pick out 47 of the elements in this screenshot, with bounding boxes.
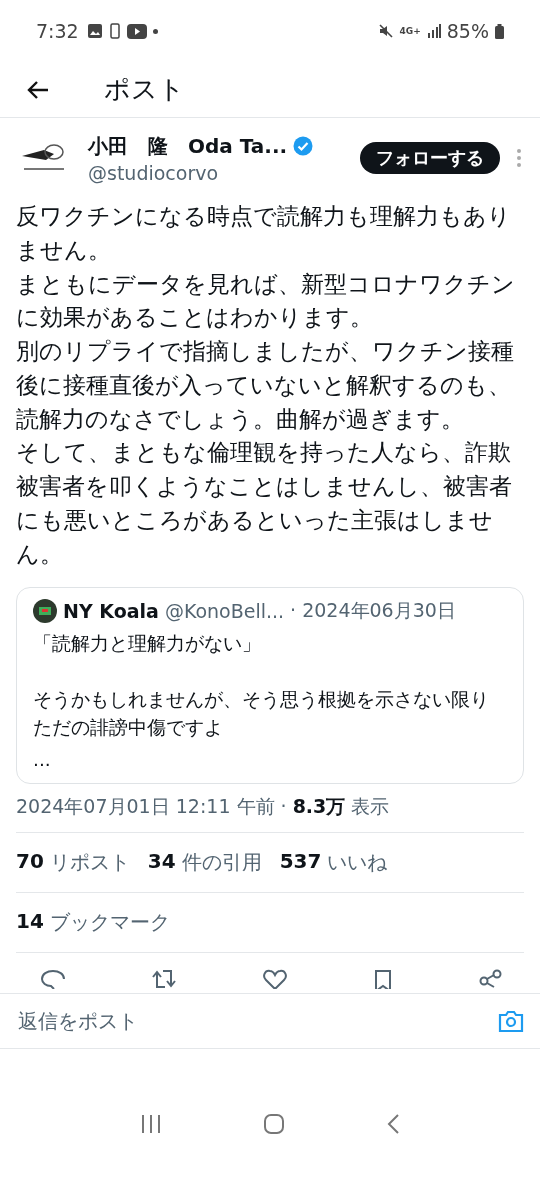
author-handle[interactable]: @studiocorvo: [88, 161, 344, 184]
views-count: 8.3万: [292, 794, 346, 820]
back-icon[interactable]: [26, 79, 50, 100]
reply-icon[interactable]: [40, 969, 66, 990]
recent-apps-icon[interactable]: [140, 1114, 163, 1135]
bookmark-count[interactable]: 14: [16, 909, 44, 937]
stat-count[interactable]: 70: [16, 849, 44, 877]
dot-icon: [152, 28, 158, 34]
battery-percent: 85%: [446, 20, 489, 42]
post-text: そして、まともな倫理観を持った人なら、詐欺被害者を叩くようなことはしませんし、被害者にも悪いところがあるといった主張はしません。: [16, 438, 513, 569]
quoted-text: 「読解力と理解力がない」: [33, 632, 262, 657]
stat-label[interactable]: 件の引用: [181, 849, 262, 877]
page-title: ポスト: [104, 73, 185, 106]
views-label: 表示: [351, 794, 390, 820]
battery-icon: [495, 23, 504, 39]
quoted-author-handle: @KonoBell...: [164, 600, 285, 623]
bookmark-icon[interactable]: [372, 969, 394, 990]
quoted-text: そうかもしれませんが、そう思う根拠を示さない限りただの誹謗中傷ですよ: [33, 688, 490, 740]
like-icon[interactable]: [262, 969, 288, 990]
signal-icon: [426, 24, 441, 38]
home-icon[interactable]: [263, 1113, 285, 1136]
share-icon[interactable]: [478, 969, 504, 990]
reply-input-field[interactable]: 返信をポスト: [16, 1008, 498, 1035]
bookmark-label[interactable]: ブックマーク: [49, 909, 170, 937]
phone-icon: [108, 23, 121, 39]
quoted-author-name: NY Koala: [63, 600, 159, 623]
image-icon: [86, 23, 103, 39]
author-name[interactable]: 小田 隆 Oda Ta...: [88, 132, 288, 160]
network-label: 4G+: [399, 26, 421, 36]
stat-count[interactable]: 34: [147, 849, 176, 877]
play-icon: [126, 23, 147, 39]
stat-label[interactable]: リポスト: [49, 849, 130, 877]
quoted-post-card[interactable]: NY Koala @KonoBell... · 2024年06月30日 「読解力と理解力がない」 そうかもしれませんが、そう思う根拠を示さない限りただの誹謗中傷ですよ ...: [16, 587, 524, 785]
post-text: 反ワクチンになる時点で読解力も理解力もありません。: [16, 202, 512, 265]
stat-count[interactable]: 537: [279, 849, 322, 877]
status-time: 7:32: [36, 20, 79, 42]
stat-label[interactable]: いいね: [327, 849, 388, 877]
back-nav-icon[interactable]: [385, 1113, 400, 1136]
follow-button[interactable]: フォローする: [360, 142, 500, 174]
mute-icon: [377, 23, 394, 39]
camera-icon[interactable]: [498, 1009, 524, 1034]
post-timestamp: 2024年07月01日 12:11 午前 ·: [16, 794, 287, 820]
repost-icon[interactable]: [150, 969, 178, 990]
quoted-text: ...: [33, 747, 52, 772]
post-text: 別のリプライで指摘しましたが、ワクチン接種後に接種直後が入っていないと解釈するのも、読解力のなさでしょう。曲解が過ぎます。: [16, 337, 515, 434]
quoted-date: · 2024年06月30日: [290, 598, 456, 624]
post-text: まともにデータを見れば、新型コロナワクチンに効果があることはわかります。: [16, 269, 516, 333]
